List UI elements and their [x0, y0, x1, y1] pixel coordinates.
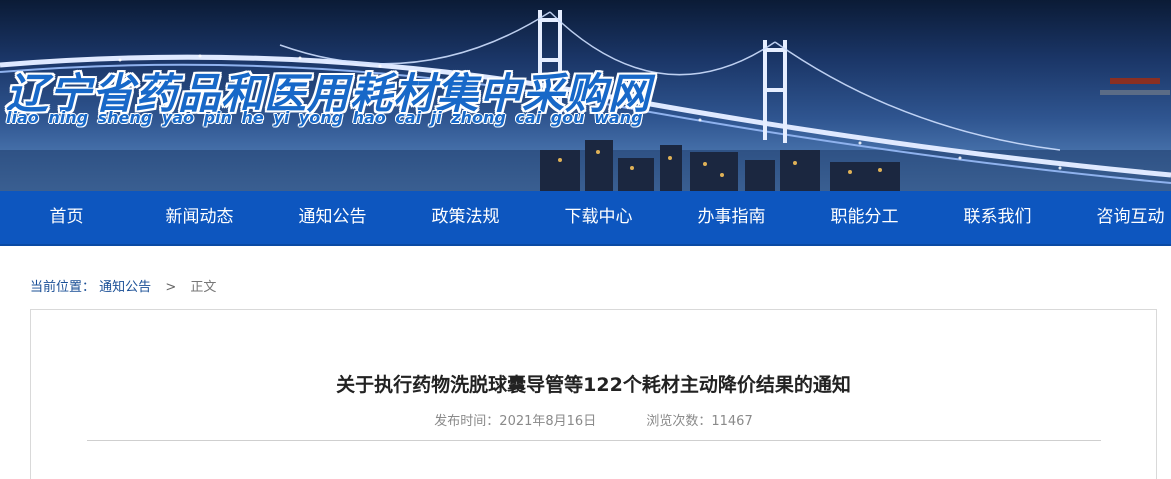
- views-label: 浏览次数：: [646, 414, 712, 429]
- article-meta: 发布时间：2021年8月16日 浏览次数：11467: [31, 410, 1156, 429]
- main-nav: 首页 新闻动态 通知公告 政策法规 下载中心 办事指南 职能分工 联系我们 咨询…: [0, 191, 1171, 246]
- title-divider: [87, 440, 1101, 441]
- publish-label: 发布时间：: [434, 414, 500, 429]
- breadcrumb-separator: >: [165, 280, 177, 295]
- breadcrumb-label: 当前位置：: [30, 280, 96, 295]
- article-container: 关于执行药物洗脱球囊导管等122个耗材主动降价结果的通知 发布时间：2021年8…: [30, 309, 1157, 479]
- nav-item-functions[interactable]: 职能分工: [798, 191, 931, 244]
- site-banner: 辽宁省药品和医用耗材集中采购网 liao ning sheng yao pin …: [0, 0, 1171, 191]
- breadcrumb-current: 正文: [190, 280, 217, 295]
- nav-item-news[interactable]: 新闻动态: [133, 191, 266, 244]
- breadcrumb: 当前位置： 通知公告 > 正文: [30, 276, 216, 295]
- nav-item-policies[interactable]: 政策法规: [399, 191, 532, 244]
- nav-item-downloads[interactable]: 下载中心: [532, 191, 665, 244]
- article-title: 关于执行药物洗脱球囊导管等122个耗材主动降价结果的通知: [336, 374, 851, 396]
- site-pinyin: liao ning sheng yao pin he yi yong hao c…: [6, 108, 643, 127]
- views-count: 11467: [711, 414, 753, 429]
- nav-item-home[interactable]: 首页: [0, 191, 133, 244]
- nav-item-contact[interactable]: 联系我们: [931, 191, 1064, 244]
- nav-item-guide[interactable]: 办事指南: [665, 191, 798, 244]
- publish-date: 2021年8月16日: [499, 414, 597, 429]
- nav-item-consult[interactable]: 咨询互动: [1064, 191, 1171, 244]
- breadcrumb-link-notices[interactable]: 通知公告: [99, 280, 151, 295]
- nav-item-notices[interactable]: 通知公告: [266, 191, 399, 244]
